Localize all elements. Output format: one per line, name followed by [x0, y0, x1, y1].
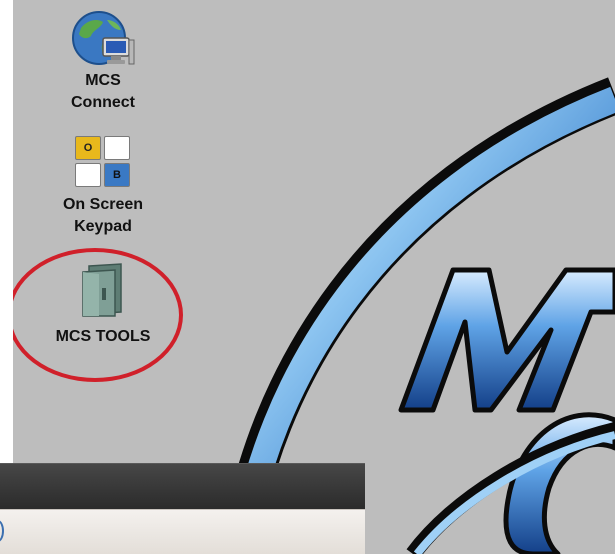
keypad-key-o: O [75, 136, 101, 160]
mcs-connect-shortcut[interactable]: MCS Connect [53, 10, 153, 114]
mcs-tools-label: MCS TOOLS [55, 328, 151, 345]
globe-network-icon [72, 11, 135, 65]
on-screen-keypad-shortcut[interactable]: O B On Screen Keypad [38, 136, 168, 238]
keypad-icon: O B [75, 136, 131, 188]
folder-icon [82, 263, 122, 317]
window-toolbar [0, 509, 365, 554]
window-titlebar[interactable] [0, 463, 365, 509]
mcs-connect-label-line1: MCS [85, 72, 121, 89]
mcs-tools-shortcut[interactable]: MCS TOOLS [33, 262, 173, 348]
keypad-label-line1: On Screen [62, 196, 144, 213]
keypad-key-b: B [104, 163, 130, 187]
keypad-key-blank [75, 163, 101, 187]
app-window[interactable] [0, 463, 365, 554]
mcs-connect-label-line2: Connect [71, 94, 135, 111]
keypad-key-blank [104, 136, 130, 160]
toolbar-button-edge[interactable] [0, 520, 4, 542]
keypad-label-line2: Keypad [74, 218, 132, 235]
